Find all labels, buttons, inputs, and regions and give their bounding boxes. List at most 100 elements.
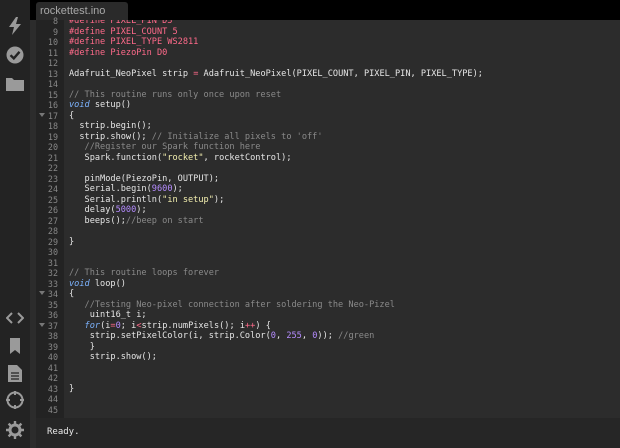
code-token: Adafruit_NeoPixel strip: [69, 68, 194, 79]
code-line[interactable]: pinMode(PiezoPin, OUTPUT);: [69, 173, 220, 185]
line-number: 34: [38, 289, 58, 300]
code-token: Adafruit_NeoPixel(PIXEL_COUNT, PIXEL_PIN…: [198, 68, 483, 79]
line-number: 35: [47, 299, 58, 310]
code-line[interactable]: void setup(): [69, 100, 131, 111]
line-number: 24: [47, 184, 58, 194]
code-token: }: [69, 383, 75, 394]
line-number: 29: [47, 236, 58, 247]
code-line[interactable]: // This routine runs only once upon rese…: [69, 90, 281, 101]
settings-icon[interactable]: [4, 419, 26, 441]
line-number: 45: [47, 404, 58, 415]
code-token: (i: [100, 320, 111, 331]
file-tab[interactable]: rockettest.ino: [36, 2, 128, 20]
line-number: 11: [47, 47, 58, 58]
line-number: 23: [47, 173, 58, 184]
code-icon[interactable]: [4, 307, 26, 329]
code-token: }: [69, 341, 95, 352]
code-line[interactable]: for(i=0; i<strip.numPixels(); i++) {: [69, 321, 271, 332]
code-token: ) {: [255, 320, 271, 331]
code-token: // Initialize all pixels to 'off': [151, 131, 323, 142]
code-token: //Testing Neo-pixel connection after sol…: [69, 299, 395, 310]
status-bar: Ready.: [36, 418, 620, 448]
code-token: // This routine runs only once upon rese…: [69, 89, 282, 100]
code-line[interactable]: }: [69, 342, 95, 353]
code-line[interactable]: uint16_t i;: [69, 310, 147, 321]
code-line[interactable]: {: [69, 111, 74, 122]
code-token: #define PIXEL_PIN D3: [69, 20, 173, 26]
code-line[interactable]: #define PIXEL_COUNT 5: [69, 27, 178, 38]
code-token: Serial.begin(: [69, 184, 152, 194]
code-token: pinMode(PiezoPin, OUTPUT);: [69, 173, 220, 184]
code-line[interactable]: delay(5000);: [69, 205, 147, 216]
code-line[interactable]: Serial.println("in setup");: [69, 194, 225, 206]
code-token: 9600: [151, 184, 173, 194]
tab-bar: rockettest.ino: [30, 0, 620, 20]
code-line[interactable]: strip.show();: [69, 352, 157, 363]
line-number: 15: [47, 89, 58, 100]
code-token: strip.numPixels(); i: [141, 320, 245, 331]
code-line[interactable]: }: [69, 384, 74, 395]
code-token: Spark.function(: [69, 152, 163, 163]
code-line[interactable]: #define PIXEL_TYPE WS2811: [69, 37, 198, 48]
code-line[interactable]: //Testing Neo-pixel connection after sol…: [69, 300, 395, 311]
line-number: 37: [38, 321, 58, 332]
code-token: setup(): [89, 100, 132, 110]
code-line[interactable]: strip.setPixelColor(i, strip.Color(0, 25…: [69, 331, 375, 342]
sidebar: [0, 0, 30, 448]
fold-arrow-icon[interactable]: [38, 112, 45, 117]
code-token: 5000: [115, 205, 137, 215]
code-token: "rocket": [162, 152, 204, 163]
line-number: 22: [47, 163, 58, 173]
code-token: // This routine loops forever: [69, 268, 220, 278]
code-token: ; i: [120, 320, 137, 331]
line-number: 20: [47, 142, 58, 152]
flash-icon[interactable]: [4, 15, 26, 37]
code-line[interactable]: strip.begin();: [69, 121, 151, 132]
code-token: 255: [286, 331, 302, 341]
code-token: );: [172, 184, 183, 194]
line-number: 39: [47, 341, 58, 352]
line-number: 12: [47, 58, 58, 68]
line-number: 25: [47, 194, 58, 205]
docs-icon[interactable]: [4, 362, 26, 384]
line-number: 28: [47, 226, 58, 236]
code-token: );: [136, 205, 147, 215]
code-line[interactable]: Serial.begin(9600);: [69, 184, 183, 195]
line-number: 21: [47, 152, 58, 163]
code-token: strip.show();: [69, 352, 157, 362]
line-number: 14: [47, 79, 58, 89]
code-line[interactable]: strip.show(); // Initialize all pixels t…: [69, 131, 323, 143]
devices-icon[interactable]: [4, 389, 26, 411]
code-token: //beep on start: [125, 215, 204, 226]
code-token: ,: [275, 331, 287, 341]
line-number: 32: [47, 268, 58, 278]
code-line[interactable]: //Register our Spark function here: [69, 142, 261, 153]
code-line[interactable]: #define PiezoPin D0: [69, 48, 167, 59]
line-number: 27: [47, 215, 58, 226]
code-line[interactable]: }: [69, 237, 74, 248]
line-number: 31: [47, 257, 58, 268]
code-line[interactable]: beeps();//beep on start: [69, 216, 204, 227]
code-line[interactable]: Spark.function("rocket", rocketControl);: [69, 153, 292, 164]
fold-arrow-icon[interactable]: [38, 291, 45, 295]
code-line[interactable]: Adafruit_NeoPixel strip = Adafruit_NeoPi…: [69, 69, 483, 80]
code-token: #define PIXEL_TYPE WS2811: [69, 37, 199, 47]
code-line[interactable]: {: [69, 289, 74, 300]
line-number-gutter: 8 9 10 11 12 13 14 15 16 17 18 19 20 21 22 23 24 25 26 27 28…: [36, 16, 64, 418]
line-number: 43: [47, 383, 58, 394]
code-token: );: [213, 194, 225, 205]
code-token: ++: [245, 320, 256, 331]
line-number: 16: [47, 100, 58, 110]
verify-icon[interactable]: [4, 44, 26, 66]
line-number: 41: [47, 362, 58, 373]
code-token: strip.show();: [69, 131, 152, 142]
code-line[interactable]: // This routine loops forever: [69, 268, 219, 279]
line-number: 18: [47, 121, 58, 131]
code-token: , rocketControl);: [203, 152, 292, 163]
code-token: {: [69, 289, 75, 299]
libraries-icon[interactable]: [4, 335, 26, 357]
code-line[interactable]: void loop(): [69, 279, 126, 290]
files-icon[interactable]: [4, 72, 26, 94]
code-editor[interactable]: #define PIXEL_PIN D3 #define PIXEL_COUNT …: [64, 20, 620, 418]
fold-arrow-icon[interactable]: [38, 322, 45, 327]
